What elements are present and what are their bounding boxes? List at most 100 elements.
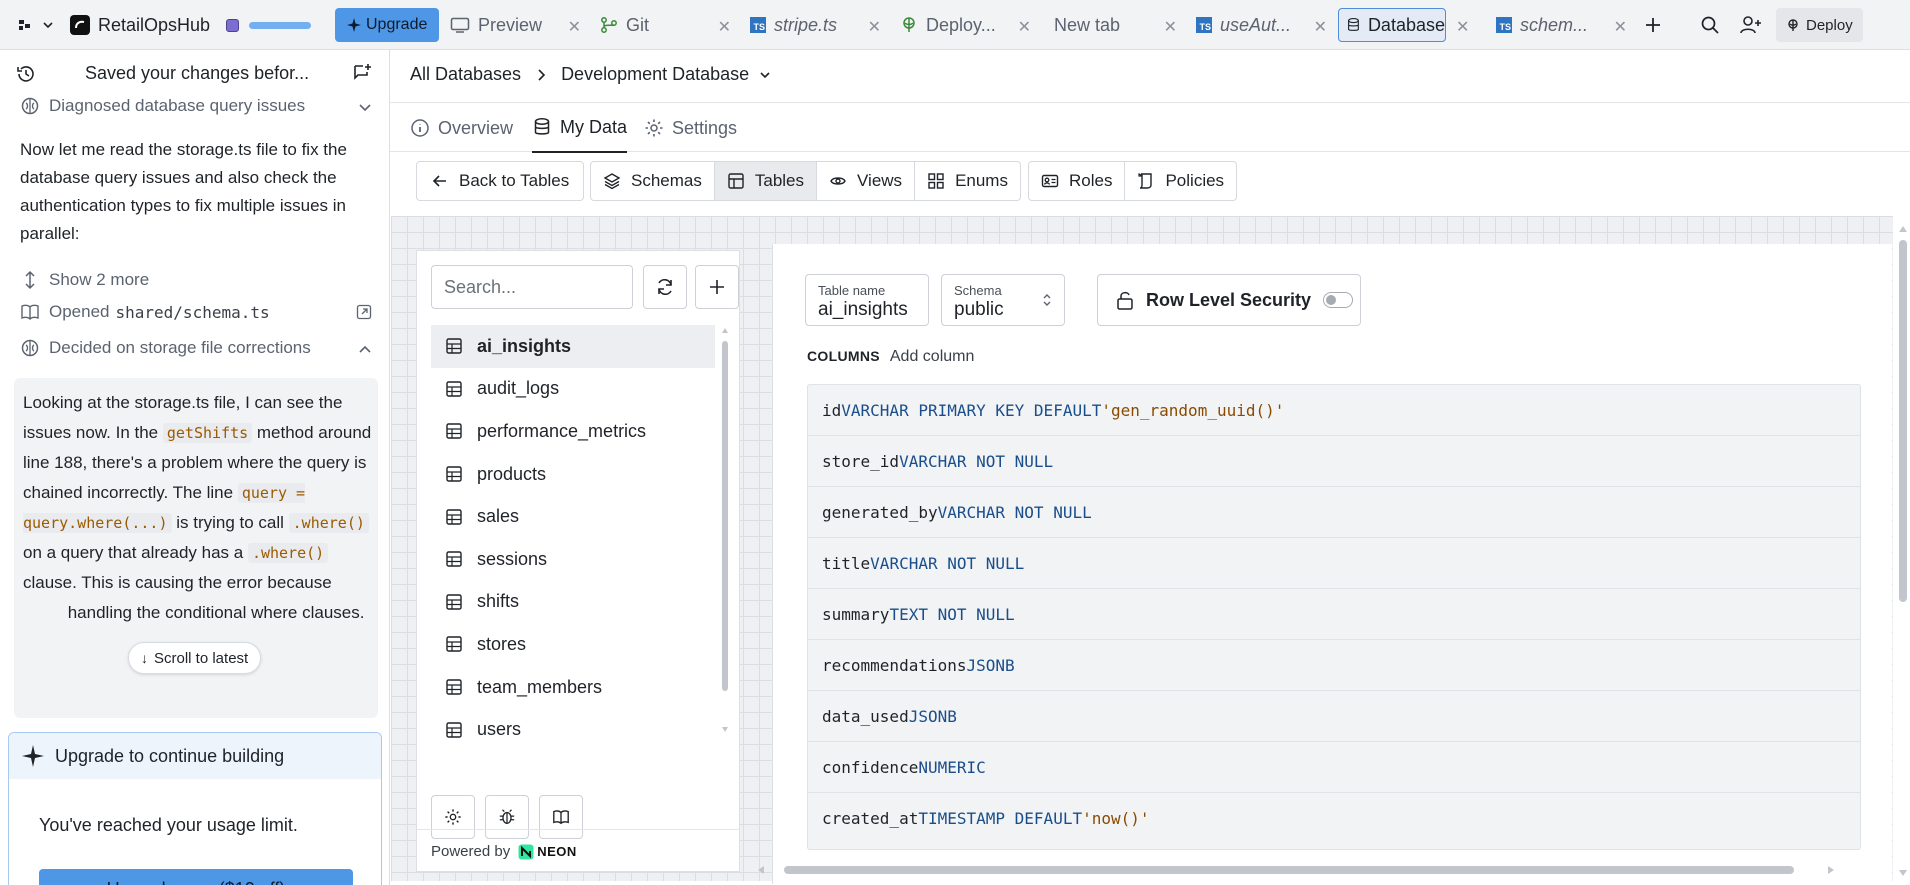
close-icon[interactable]: ✕ [1614,17,1627,37]
table-list-item[interactable]: audit_logs [431,368,715,411]
column-row[interactable]: recommendations JSONB [808,640,1860,691]
column-row[interactable]: title VARCHAR NOT NULL [808,538,1860,589]
upgrade-button[interactable]: Upgrade [335,0,440,50]
tab-deploy[interactable]: Deploy... ✕ [892,8,1037,42]
show-more-button[interactable]: Show 2 more [20,270,149,290]
workspace-menu[interactable] [18,0,54,50]
tab-my-data[interactable]: My Data [532,103,628,153]
tab-settings[interactable]: Settings [644,103,737,153]
horizontal-scrollbar[interactable] [756,863,1836,877]
bug-icon [499,809,515,824]
table-list-item[interactable]: products [431,453,715,496]
column-type: JSONB [908,706,957,726]
close-icon[interactable]: ✕ [1164,17,1177,37]
breadcrumb: All Databases Development Database [410,64,771,85]
select-arrows-icon [1043,294,1051,306]
table-list-item[interactable]: users [431,708,715,751]
column-row[interactable]: summary TEXT NOT NULL [808,589,1860,640]
chevron-up-icon [359,345,371,353]
close-icon[interactable]: ✕ [868,17,881,37]
table-list-item[interactable]: ai_insights [431,325,715,368]
column-row[interactable]: store_id VARCHAR NOT NULL [808,436,1860,487]
sparkle-icon [347,18,361,32]
vertical-scrollbar[interactable] [1896,222,1910,882]
schema-select[interactable]: Schema public [941,274,1065,326]
new-chat-icon [354,64,371,80]
table-icon [446,551,462,567]
database-view: All Databases Development Database Overv… [390,50,1910,885]
add-column-button[interactable]: Add column [890,348,975,366]
close-icon[interactable]: ✕ [568,17,581,37]
breadcrumb-current[interactable]: Development Database [561,64,749,85]
table-icon [446,508,462,525]
views-button[interactable]: Views [817,162,916,200]
column-row[interactable]: id VARCHAR PRIMARY KEY DEFAULT 'gen_rand… [808,385,1860,436]
close-icon[interactable]: ✕ [718,17,731,37]
chevron-down-icon[interactable] [759,69,771,81]
close-icon[interactable]: ✕ [1314,17,1327,37]
app-title[interactable]: RetailOpsHub [70,0,210,50]
history-button[interactable] [16,64,36,84]
breadcrumb-root[interactable]: All Databases [410,64,521,85]
tables-button[interactable]: Tables [714,162,818,200]
rls-switch[interactable] [1323,292,1354,308]
tab-use-auth[interactable]: TS useAut... ✕ [1188,8,1333,42]
sparkle-icon [22,745,44,767]
column-list: id VARCHAR PRIMARY KEY DEFAULT 'gen_rand… [807,384,1861,850]
table-list-item[interactable]: sales [431,495,715,538]
tab-schema[interactable]: TS schem... ✕ [1488,8,1633,42]
column-row[interactable]: confidence NUMERIC [808,742,1860,793]
search-input[interactable]: Search... [431,265,633,309]
tab-git[interactable]: Git ✕ [592,8,737,42]
grid-icon [928,173,944,189]
table-list-item[interactable]: sessions [431,538,715,581]
tab-overview[interactable]: Overview [410,103,513,153]
database-subtabs: Overview My Data Settings [390,102,1910,153]
step-opened-file[interactable]: Opened shared/schema.ts [20,302,372,322]
column-type: TEXT NOT NULL [889,604,1015,624]
invite-button[interactable] [1740,0,1762,50]
enums-button[interactable]: Enums [915,162,1020,200]
close-icon[interactable]: ✕ [1018,17,1031,37]
deploy-button[interactable]: Deploy [1776,0,1863,50]
column-row[interactable]: generated_by VARCHAR NOT NULL [808,487,1860,538]
table-icon [446,594,462,610]
roles-button[interactable]: Roles [1029,162,1126,200]
open-external-icon[interactable] [356,304,372,320]
table-name-field[interactable]: Table name ai_insights [805,274,929,326]
tab-new-tab[interactable]: New tab ✕ [1038,8,1183,42]
tab-stripe-ts[interactable]: TS stripe.ts ✕ [742,8,887,42]
column-type: NUMERIC [918,757,986,777]
app-name: RetailOpsHub [98,14,211,35]
policies-button[interactable]: Policies [1125,162,1236,200]
table-list-item[interactable]: performance_metrics [431,410,715,453]
scroll-to-latest-button[interactable]: ↓ Scroll to latest [128,642,262,674]
table-list-item[interactable]: stores [431,623,715,666]
table-list-item[interactable]: team_members [431,666,715,709]
close-icon[interactable]: ✕ [1456,17,1469,37]
upgrade-card-header: Upgrade to continue building [9,733,381,779]
column-row[interactable]: data_used JSONB [808,691,1860,742]
chevron-down-icon [359,104,371,112]
new-tab-button[interactable] [1644,0,1662,50]
step-decided[interactable]: Decided on storage file corrections [20,338,372,358]
back-to-tables-button[interactable]: Back to Tables [416,161,585,201]
schemas-button[interactable]: Schemas [591,162,715,200]
upgrade-now-button[interactable]: Upgrade now ($10 off) [39,869,353,885]
add-table-button[interactable] [695,265,739,309]
monitor-icon [450,17,470,33]
column-type: TIMESTAMP DEFAULT [918,809,1083,828]
table-icon [446,679,462,695]
tab-preview[interactable]: Preview ✕ [442,8,587,42]
column-type: VARCHAR NOT NULL [937,502,1092,522]
search-button[interactable] [1700,0,1720,50]
table-list-scrollbar[interactable] [721,327,729,739]
step-diagnosed[interactable]: Diagnosed database query issues [20,96,372,116]
table-list-item[interactable]: shifts [431,581,715,624]
tab-database[interactable]: Database [1338,8,1446,42]
status-square-icon [226,18,239,32]
column-row[interactable]: created_at TIMESTAMP DEFAULT 'now()' [808,793,1860,844]
row-level-security-toggle[interactable]: Row Level Security [1097,274,1361,326]
new-chat-button[interactable] [351,62,373,84]
refresh-button[interactable] [643,265,687,309]
